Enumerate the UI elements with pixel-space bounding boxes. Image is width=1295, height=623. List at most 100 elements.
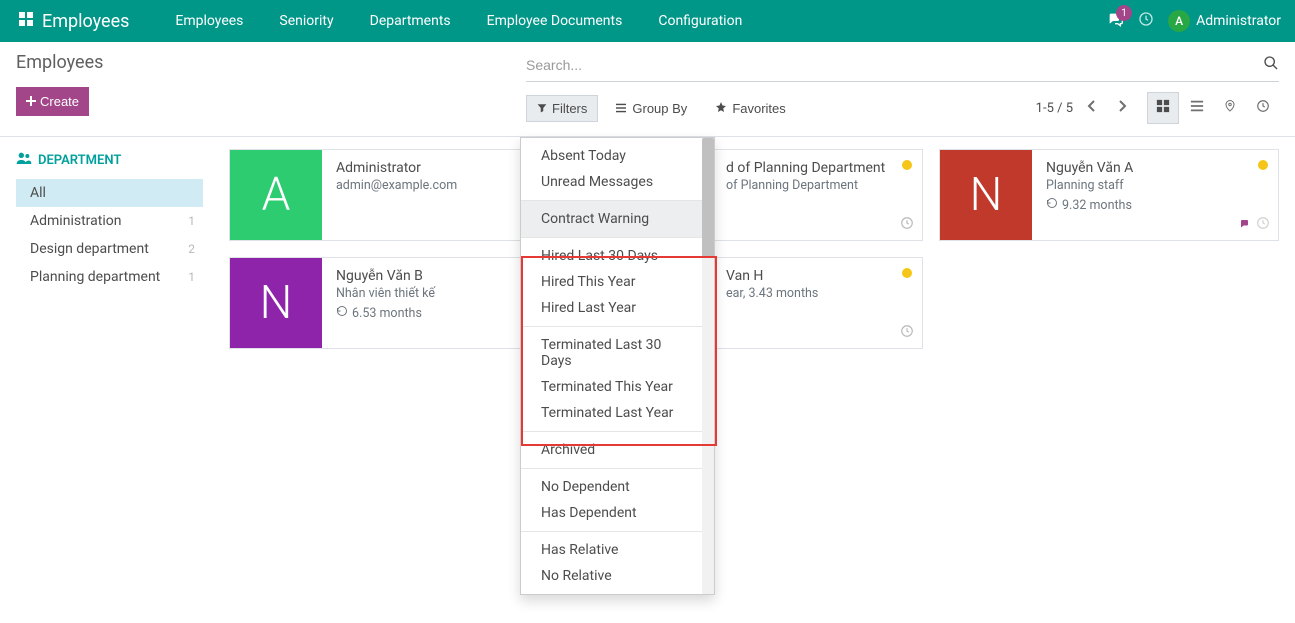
clock-icon[interactable] [900,324,914,342]
filter-terminated-year[interactable]: Terminated This Year [521,374,714,400]
sidebar-item-label: Planning department [30,269,160,285]
filter-hired-30[interactable]: Hired Last 30 Days [521,243,714,269]
users-icon [16,151,32,169]
card-meta: 6.53 months [336,305,422,321]
sidebar-item-label: All [30,185,46,201]
filter-terminated-last-year[interactable]: Terminated Last Year [521,400,714,426]
card-avatar: N [230,258,322,348]
card-meta-text: 9.32 months [1062,198,1132,213]
apps-icon [18,11,34,32]
nav-links: Employees Seniority Departments Employee… [157,0,760,42]
history-icon [336,305,348,321]
filter-no-dependent[interactable]: No Dependent [521,474,714,500]
filters-dropdown: Absent Today Unread Messages Contract Wa… [520,137,715,595]
create-button[interactable]: Create [16,87,89,116]
activity-icon[interactable] [1138,11,1154,31]
scrollbar-thumb[interactable] [702,138,714,258]
user-label: Administrator [1196,13,1281,29]
group-by-label: Group By [632,101,687,116]
message-icon[interactable] [1238,218,1252,234]
page-title: Employees [16,52,103,73]
card-title: Nguyễn Văn A [1046,160,1268,176]
chat-badge: 1 [1116,5,1132,21]
sidebar-header: DEPARTMENT [16,151,203,169]
employee-card[interactable]: N Nguyễn Văn B Nhân viên thiết kế 6.53 m… [229,257,569,349]
sidebar: DEPARTMENT All Administration 1 Design d… [0,137,213,623]
view-list[interactable] [1181,92,1213,124]
filter-no-relative[interactable]: No Relative [521,563,714,589]
dropdown-scrollbar[interactable] [702,138,714,594]
filter-has-relative[interactable]: Has Relative [521,537,714,563]
filter-hired-last-year[interactable]: Hired Last Year [521,295,714,321]
card-meta: 9.32 months [1046,197,1132,213]
nav-configuration[interactable]: Configuration [640,0,760,42]
control-panel: Employees Create [0,42,1295,137]
filter-archived[interactable]: Archived [521,432,714,468]
card-avatar: A [230,150,322,240]
filter-buttons: Filters Group By Favorites [526,95,797,122]
pager-next[interactable] [1111,96,1133,120]
favorites-button[interactable]: Favorites [704,95,796,122]
view-switcher [1147,92,1279,124]
filter-has-dependent[interactable]: Has Dependent [521,500,714,526]
card-sub: of Planning Department [726,178,912,193]
filter-absent-today[interactable]: Absent Today [521,143,714,169]
employee-card[interactable]: N Nguyễn Văn A Planning staff 9.32 month… [939,149,1279,241]
sidebar-item-count: 1 [188,270,195,284]
card-title: d of Planning Department [726,160,912,176]
sidebar-item-count: 1 [188,214,195,228]
filters-label: Filters [552,101,587,116]
card-avatar: N [940,150,1032,240]
sidebar-item-administration[interactable]: Administration 1 [16,207,203,235]
view-activity[interactable] [1247,92,1279,124]
filters-button[interactable]: Filters [526,95,598,122]
pager: 1-5 / 5 [1036,96,1133,120]
main-area: A Administrator admin@example.com N Nguy… [213,137,1295,623]
clock-icon[interactable] [1256,216,1270,234]
sidebar-header-label: DEPARTMENT [38,153,121,168]
card-meta: ear, 3.43 months [726,286,818,301]
status-dot [902,268,912,278]
kanban-col-1: A Administrator admin@example.com N Nguy… [229,149,569,349]
user-menu[interactable]: A Administrator [1168,10,1285,32]
list-icon [615,101,627,116]
status-dot [902,160,912,170]
employee-card[interactable]: A Administrator admin@example.com [229,149,569,241]
card-meta-text: 6.53 months [352,306,422,321]
nav-seniority[interactable]: Seniority [261,0,351,42]
sidebar-item-label: Design department [30,241,149,257]
sidebar-item-label: Administration [30,213,121,229]
sidebar-item-all[interactable]: All [16,179,203,207]
filter-unread-messages[interactable]: Unread Messages [521,169,714,195]
filter-terminated-30[interactable]: Terminated Last 30 Days [521,332,714,374]
pager-text: 1-5 / 5 [1036,101,1073,116]
sidebar-item-planning[interactable]: Planning department 1 [16,263,203,291]
group-by-button[interactable]: Group By [604,95,698,122]
messaging-button[interactable]: 1 [1106,11,1124,31]
search-input[interactable] [526,57,1263,73]
nav-employees[interactable]: Employees [157,0,261,42]
card-meta-text: ear, 3.43 months [726,286,818,301]
card-sub: Planning staff [1046,178,1268,193]
top-nav: Employees Employees Seniority Department… [0,0,1295,42]
card-title: Van H [726,268,912,284]
search-icon[interactable] [1263,55,1279,75]
view-map[interactable] [1215,92,1245,124]
filter-hired-year[interactable]: Hired This Year [521,269,714,295]
sidebar-item-design[interactable]: Design department 2 [16,235,203,263]
brand[interactable]: Employees [10,11,137,32]
status-dot [1258,160,1268,170]
kanban-col-3: N Nguyễn Văn A Planning staff 9.32 month… [939,149,1279,241]
clock-icon[interactable] [900,216,914,234]
sidebar-item-count: 2 [188,242,195,256]
user-avatar: A [1168,10,1190,32]
history-icon [1046,197,1058,213]
filter-contract-warning[interactable]: Contract Warning [521,201,714,237]
view-kanban[interactable] [1147,92,1179,124]
nav-employee-documents[interactable]: Employee Documents [469,0,641,42]
nav-right: 1 A Administrator [1106,10,1285,32]
favorites-label: Favorites [732,101,785,116]
plus-icon [26,94,36,109]
nav-departments[interactable]: Departments [352,0,469,42]
pager-prev[interactable] [1081,96,1103,120]
